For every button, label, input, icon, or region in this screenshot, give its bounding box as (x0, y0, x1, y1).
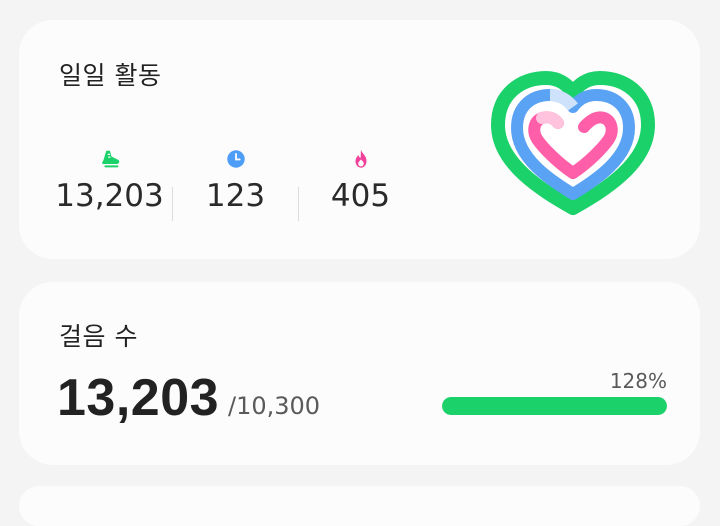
active-minutes-metric: 123 (173, 148, 298, 214)
daily-activity-card[interactable]: 일일 활동 13,203 123 405 (19, 20, 700, 259)
activity-rings-heart-icon (491, 71, 655, 215)
steps-value: 13,203 (55, 178, 164, 214)
steps-percent: 128% (609, 369, 667, 393)
steps-progress-fill (442, 397, 667, 415)
flame-icon (355, 149, 366, 168)
shoe-icon (101, 150, 119, 168)
steps-card[interactable]: 걸음 수 13,203 /10,300 128% (19, 282, 700, 465)
clock-icon (226, 150, 245, 168)
steps-goal: /10,300 (228, 392, 321, 420)
calories-metric: 405 (298, 148, 423, 214)
steps-card-title: 걸음 수 (59, 322, 138, 351)
steps-metric: 13,203 (47, 148, 172, 214)
daily-activity-title: 일일 활동 (59, 61, 162, 90)
steps-progress-bar (442, 397, 667, 415)
calories-value: 405 (330, 178, 391, 214)
steps-count: 13,203 (57, 369, 220, 427)
active-minutes-value: 123 (205, 178, 266, 214)
next-card[interactable] (19, 486, 700, 526)
